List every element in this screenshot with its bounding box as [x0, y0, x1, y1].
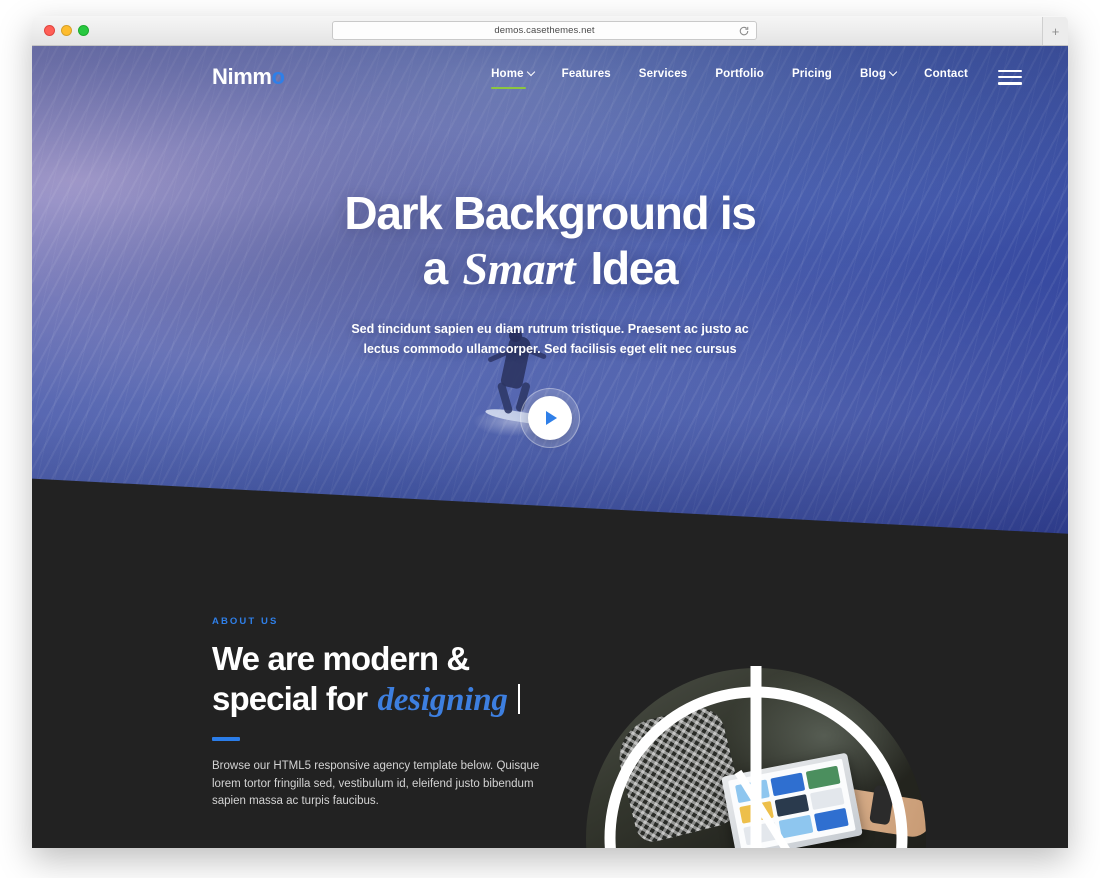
nav-item-contact-label: Contact: [924, 68, 968, 80]
typing-caret: [517, 683, 520, 714]
chevron-down-icon: [888, 67, 898, 77]
reload-icon[interactable]: [738, 25, 750, 37]
logo-accent: o: [271, 64, 285, 89]
nav-item-blog[interactable]: Blog: [859, 62, 898, 92]
hero-title-line2: a Smart Idea: [32, 245, 1068, 292]
about-media: [556, 580, 956, 848]
hero-section: Nimmo Home Features Services Portfolio P…: [32, 46, 1068, 558]
about-title-line1: We are modern &: [212, 640, 470, 677]
nav-item-home-label: Home: [491, 68, 524, 80]
browser-titlebar: demos.casethemes.net +: [32, 16, 1068, 46]
nav-item-portfolio-label: Portfolio: [715, 68, 764, 80]
window-controls: [44, 25, 89, 36]
chevron-down-icon: [526, 67, 535, 77]
site-navbar: Nimmo Home Features Services Portfolio P…: [32, 46, 1068, 108]
about-title-line2: special for designing: [212, 679, 542, 718]
hero-title: Dark Background is a Smart Idea: [32, 190, 1068, 292]
nav-item-features[interactable]: Features: [562, 62, 611, 92]
site-logo[interactable]: Nimmo: [212, 66, 285, 88]
nav-item-services-label: Services: [638, 68, 688, 80]
logo-text: Nimm: [212, 64, 272, 89]
about-eyebrow: ABOUT US: [212, 616, 279, 627]
about-title-line2-pre: special for: [212, 679, 376, 717]
browser-window: demos.casethemes.net + Nimmo Home Featur…: [32, 16, 1068, 848]
about-cta-title: Join for smart business!: [212, 846, 542, 848]
hero-title-line1: Dark Background is: [344, 187, 756, 239]
about-photo: [586, 668, 926, 848]
nav-item-contact[interactable]: Contact: [924, 62, 968, 92]
nav-item-blog-label: Blog: [859, 68, 887, 80]
about-title: We are modern & special for designing: [212, 640, 542, 718]
address-bar[interactable]: demos.casethemes.net: [332, 21, 757, 40]
page-viewport: Nimmo Home Features Services Portfolio P…: [32, 46, 1068, 848]
about-text-column: ABOUT US We are modern & special for des…: [212, 616, 542, 848]
nav-item-features-label: Features: [561, 68, 611, 80]
new-tab-button[interactable]: +: [1042, 17, 1068, 45]
nav-item-pricing[interactable]: Pricing: [792, 62, 832, 92]
about-section: ABOUT US We are modern & special for des…: [32, 558, 1068, 848]
about-body-text: Browse our HTML5 responsive agency templ…: [212, 759, 540, 808]
zoom-window-button[interactable]: [78, 25, 89, 36]
hero-title-emphasis: Smart: [462, 243, 575, 294]
address-bar-url: demos.casethemes.net: [494, 25, 595, 36]
hamburger-icon[interactable]: [998, 69, 1022, 85]
about-divider: [212, 736, 240, 741]
laptop-graphic: [721, 752, 863, 848]
nav-item-portfolio[interactable]: Portfolio: [715, 62, 764, 92]
nav-item-pricing-label: Pricing: [791, 68, 832, 80]
nav-item-home[interactable]: Home: [491, 62, 535, 92]
close-window-button[interactable]: [44, 25, 55, 36]
hero-play-button[interactable]: [520, 387, 580, 448]
nav-menu: Home Features Services Portfolio Pricing: [491, 62, 968, 92]
hero-subtitle: Sed tincidunt sapien eu diam rutrum tris…: [351, 322, 749, 357]
play-button-inner: [528, 395, 572, 440]
about-title-emphasis: designing: [377, 681, 508, 718]
hero-title-line2-post: Idea: [578, 242, 678, 294]
hero-title-line2-pre: a: [422, 242, 459, 294]
nav-item-services[interactable]: Services: [639, 62, 688, 92]
minimize-window-button[interactable]: [61, 25, 72, 36]
play-icon: [546, 410, 557, 425]
